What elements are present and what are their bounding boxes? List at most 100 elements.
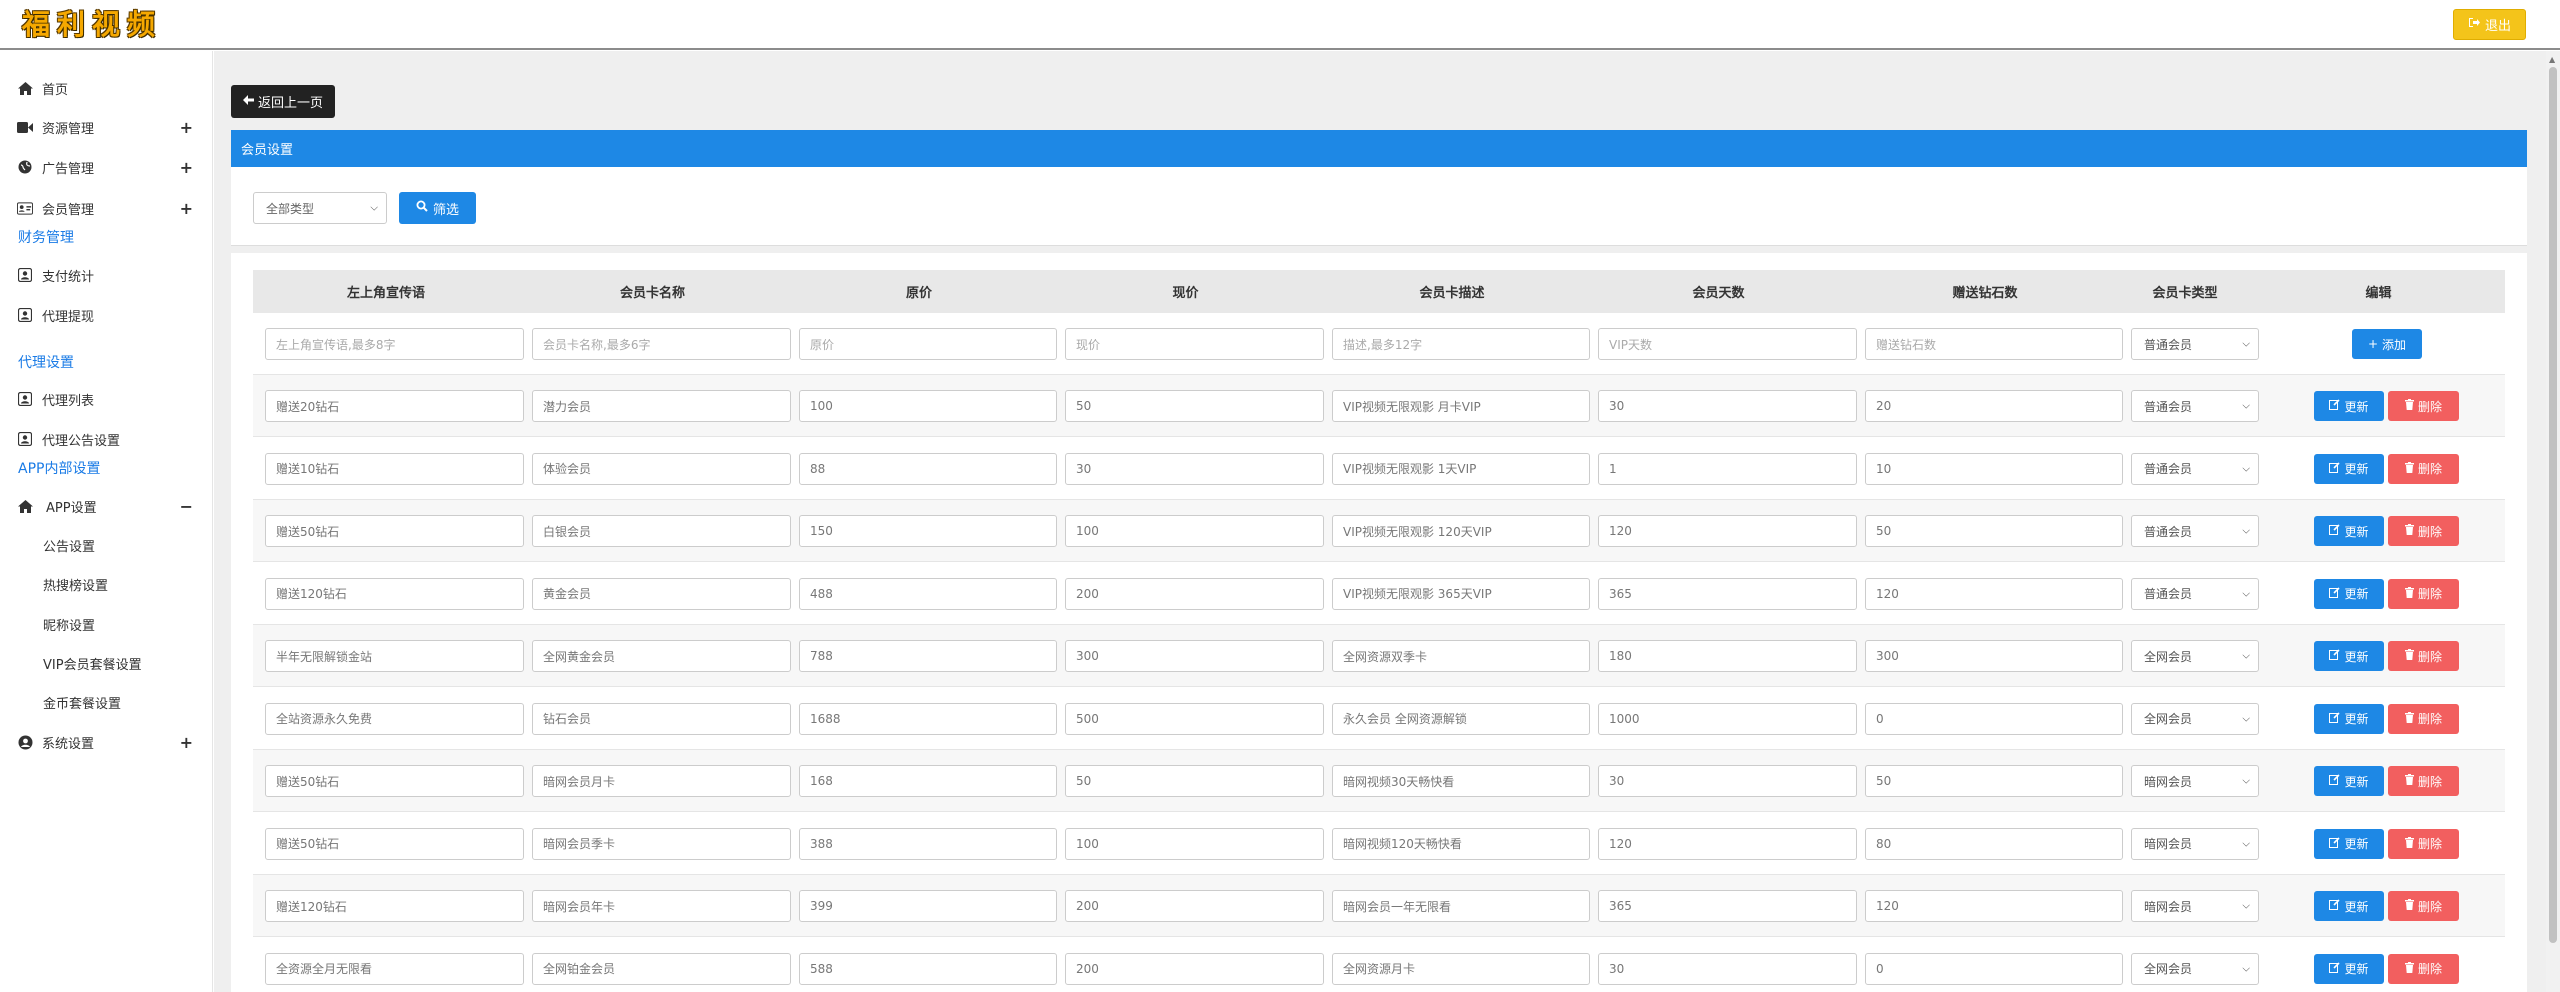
price-input[interactable]: 200: [1065, 952, 1324, 985]
card-name-input[interactable]: 体验会员: [532, 452, 791, 485]
price-input[interactable]: 200: [1065, 577, 1324, 610]
card-type-select[interactable]: 暗网会员 ⌵: [2131, 827, 2259, 860]
promo-input[interactable]: 全站资源永久免费: [265, 702, 524, 735]
promo-input[interactable]: 赠送50钻石: [265, 827, 524, 860]
sidebar-item-agent-withdraw[interactable]: 代理提现: [0, 300, 213, 330]
update-button[interactable]: 更新: [2314, 766, 2384, 796]
original-price-input[interactable]: 88: [799, 452, 1057, 485]
price-input[interactable]: 现价: [1065, 328, 1324, 360]
promo-input[interactable]: 赠送50钻石: [265, 515, 524, 547]
update-button[interactable]: 更新: [2314, 703, 2384, 734]
delete-button[interactable]: 删除: [2388, 516, 2459, 546]
price-input[interactable]: 50: [1065, 765, 1324, 797]
days-input[interactable]: 1: [1598, 452, 1857, 485]
diamonds-input[interactable]: 0: [1865, 702, 2123, 735]
price-input[interactable]: 30: [1065, 452, 1324, 485]
card-name-input[interactable]: 暗网会员季卡: [532, 827, 791, 860]
card-type-select[interactable]: 普通会员 ⌵: [2131, 515, 2259, 547]
original-price-input[interactable]: 588: [799, 952, 1057, 985]
sidebar-item-resources[interactable]: 资源管理 +: [0, 112, 213, 142]
diamonds-input[interactable]: 120: [1865, 890, 2123, 922]
card-type-select[interactable]: 普通会员 ⌵: [2131, 390, 2259, 422]
update-button[interactable]: 更新: [2314, 391, 2384, 421]
promo-input[interactable]: 赠送10钻石: [265, 452, 524, 485]
price-input[interactable]: 300: [1065, 640, 1324, 672]
diamonds-input[interactable]: 300: [1865, 640, 2123, 672]
card-name-input[interactable]: 全网黄金会员: [532, 640, 791, 672]
sidebar-item-home[interactable]: 首页: [0, 73, 213, 103]
sidebar-item-agent-notice[interactable]: 代理公告设置: [0, 424, 213, 454]
price-input[interactable]: 50: [1065, 390, 1324, 422]
sidebar-item-payment-stats[interactable]: 支付统计: [0, 260, 213, 290]
card-type-select[interactable]: 全网会员 ⌵: [2131, 952, 2259, 985]
diamonds-input[interactable]: 50: [1865, 515, 2123, 547]
add-button[interactable]: + 添加: [2352, 329, 2422, 359]
description-input[interactable]: VIP视频无限观影 365天VIP: [1332, 577, 1590, 610]
card-name-input[interactable]: 白银会员: [532, 515, 791, 547]
promo-input[interactable]: 赠送20钻石: [265, 390, 524, 422]
card-name-input[interactable]: 全网铂金会员: [532, 952, 791, 985]
update-button[interactable]: 更新: [2314, 953, 2384, 984]
days-input[interactable]: 180: [1598, 640, 1857, 672]
price-input[interactable]: 500: [1065, 702, 1324, 735]
type-filter-select[interactable]: 全部类型 ⌵: [253, 192, 387, 224]
card-type-select[interactable]: 普通会员 ⌵: [2131, 452, 2259, 485]
expand-icon[interactable]: +: [180, 118, 193, 137]
sidebar-item-ads[interactable]: 广告管理 +: [0, 152, 213, 182]
update-button[interactable]: 更新: [2314, 641, 2384, 671]
card-name-input[interactable]: 黄金会员: [532, 577, 791, 610]
description-input[interactable]: 永久会员 全网资源解锁: [1332, 702, 1590, 735]
original-price-input[interactable]: 1688: [799, 702, 1057, 735]
card-name-input[interactable]: 暗网会员年卡: [532, 890, 791, 922]
logo[interactable]: 福 利 视 频: [22, 9, 156, 41]
card-name-input[interactable]: 潜力会员: [532, 390, 791, 422]
card-type-select[interactable]: 普通会员 ⌵: [2131, 328, 2259, 360]
delete-button[interactable]: 删除: [2388, 703, 2459, 734]
promo-input[interactable]: 赠送120钻石: [265, 577, 524, 610]
sidebar-subitem-notice[interactable]: 公告设置: [43, 530, 95, 560]
card-type-select[interactable]: 暗网会员 ⌵: [2131, 765, 2259, 797]
description-input[interactable]: 全网资源双季卡: [1332, 640, 1590, 672]
delete-button[interactable]: 删除: [2388, 828, 2459, 859]
diamonds-input[interactable]: 赠送钻石数: [1865, 328, 2123, 360]
promo-input[interactable]: 左上角宣传语,最多8字: [265, 328, 524, 360]
original-price-input[interactable]: 388: [799, 827, 1057, 860]
days-input[interactable]: 1000: [1598, 702, 1857, 735]
sidebar-subitem-vip-package[interactable]: VIP会员套餐设置: [43, 648, 142, 678]
original-price-input[interactable]: 原价: [799, 328, 1057, 360]
sidebar-subitem-coin-package[interactable]: 金币套餐设置: [43, 687, 121, 717]
description-input[interactable]: 暗网视频120天畅快看: [1332, 827, 1590, 860]
filter-button[interactable]: 筛选: [399, 192, 476, 224]
original-price-input[interactable]: 399: [799, 890, 1057, 922]
original-price-input[interactable]: 788: [799, 640, 1057, 672]
original-price-input[interactable]: 100: [799, 390, 1057, 422]
description-input[interactable]: 描述,最多12字: [1332, 328, 1590, 360]
price-input[interactable]: 100: [1065, 827, 1324, 860]
sidebar-item-members[interactable]: 会员管理 +: [0, 193, 213, 223]
card-type-select[interactable]: 暗网会员 ⌵: [2131, 890, 2259, 922]
days-input[interactable]: 30: [1598, 390, 1857, 422]
delete-button[interactable]: 删除: [2388, 641, 2459, 671]
update-button[interactable]: 更新: [2314, 516, 2384, 546]
update-button[interactable]: 更新: [2314, 578, 2384, 609]
vertical-scrollbar[interactable]: ▲: [2546, 51, 2560, 992]
description-input[interactable]: VIP视频无限观影 月卡VIP: [1332, 390, 1590, 422]
sidebar-item-agent-list[interactable]: 代理列表: [0, 384, 213, 414]
description-input[interactable]: VIP视频无限观影 120天VIP: [1332, 515, 1590, 547]
card-type-select[interactable]: 全网会员 ⌵: [2131, 640, 2259, 672]
promo-input[interactable]: 半年无限解锁金站: [265, 640, 524, 672]
original-price-input[interactable]: 168: [799, 765, 1057, 797]
promo-input[interactable]: 全资源全月无限看: [265, 952, 524, 985]
card-name-input[interactable]: 钻石会员: [532, 702, 791, 735]
price-input[interactable]: 100: [1065, 515, 1324, 547]
delete-button[interactable]: 删除: [2388, 766, 2459, 796]
description-input[interactable]: 全网资源月卡: [1332, 952, 1590, 985]
days-input[interactable]: 30: [1598, 952, 1857, 985]
promo-input[interactable]: 赠送120钻石: [265, 890, 524, 922]
description-input[interactable]: 暗网会员一年无限看: [1332, 890, 1590, 922]
days-input[interactable]: 120: [1598, 515, 1857, 547]
delete-button[interactable]: 删除: [2388, 453, 2459, 484]
days-input[interactable]: VIP天数: [1598, 328, 1857, 360]
promo-input[interactable]: 赠送50钻石: [265, 765, 524, 797]
delete-button[interactable]: 删除: [2388, 391, 2459, 421]
